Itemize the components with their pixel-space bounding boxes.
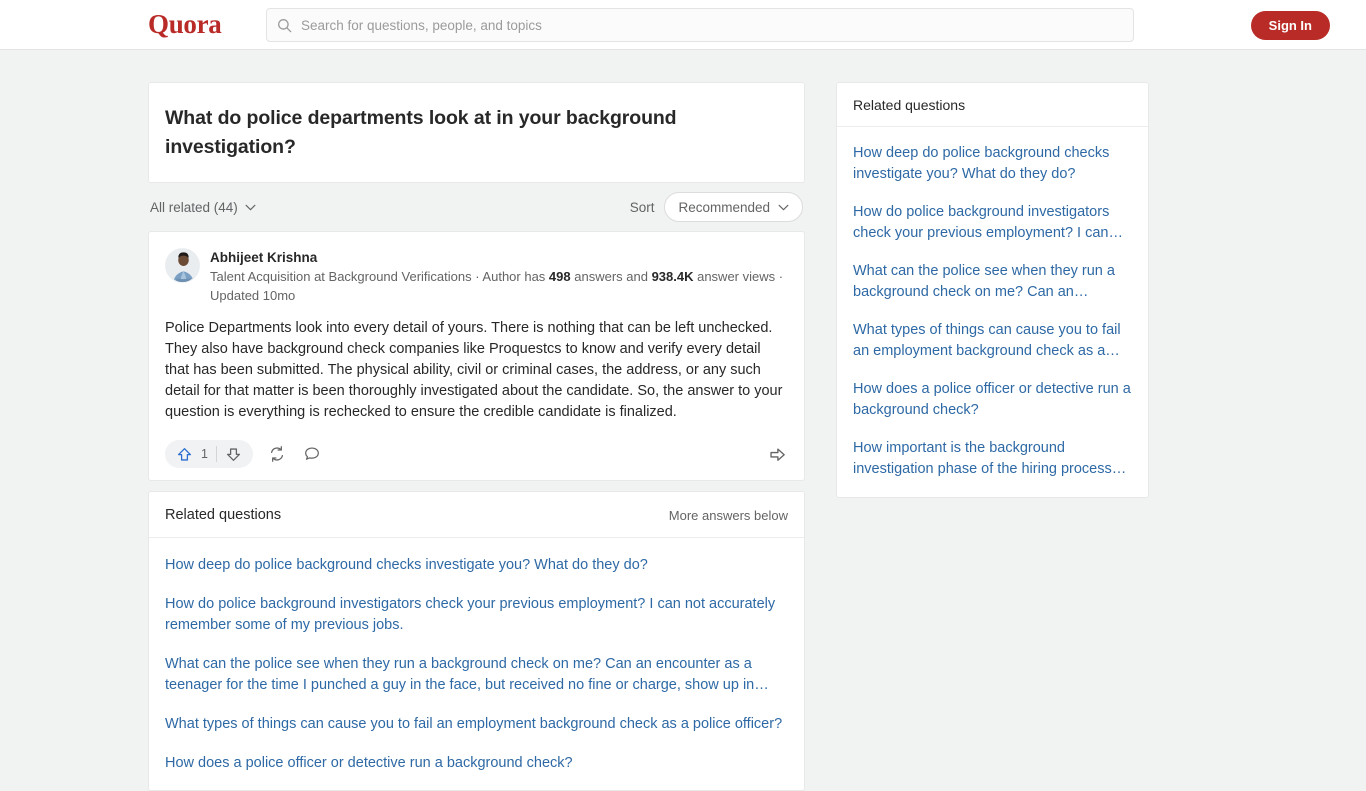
related-questions-list: How deep do police background checks inv… — [149, 538, 804, 790]
downvote-arrow-icon — [226, 447, 241, 461]
related-questions-card: Related questions More answers below How… — [148, 491, 805, 791]
page-title: What do police departments look at in yo… — [165, 107, 677, 158]
author-row: Abhijeet Krishna Talent Acquisition at B… — [165, 248, 788, 305]
sidebar-item-1[interactable]: How do police background investigators c… — [853, 190, 1132, 249]
all-related-label: All related (44) — [150, 199, 238, 215]
filter-bar: All related (44) Sort Recommended — [148, 183, 805, 231]
sort-value: Recommended — [678, 199, 770, 215]
search-icon — [278, 18, 292, 32]
author-meta: Abhijeet Krishna Talent Acquisition at B… — [210, 248, 788, 305]
upvote-count: 1 — [201, 447, 208, 461]
answer-card: Abhijeet Krishna Talent Acquisition at B… — [148, 231, 805, 481]
list-item[interactable]: What can the police see when they run a … — [165, 642, 788, 702]
credential-middle: answers and — [570, 269, 652, 284]
sidebar-item-2[interactable]: What can the police see when they run a … — [853, 249, 1132, 308]
site-header: Quora Sign In — [0, 0, 1366, 50]
answer-body: Police Departments look into every detai… — [165, 320, 783, 420]
upvote-arrow-icon — [177, 447, 192, 461]
list-item[interactable]: How deep do police background checks inv… — [165, 543, 788, 582]
all-related-filter[interactable]: All related (44) — [150, 200, 256, 215]
sidebar-related-card: Related questions How deep do police bac… — [836, 82, 1149, 498]
sort-dropdown[interactable]: Recommended — [664, 192, 803, 222]
sidebar-item-5[interactable]: How important is the background investig… — [853, 426, 1132, 485]
sidebar-item-4[interactable]: How does a police officer or detective r… — [853, 367, 1132, 426]
list-item[interactable]: How does a police officer or detective r… — [165, 741, 788, 780]
list-item[interactable]: How do police background investigators c… — [165, 582, 788, 642]
answers-count: 498 — [548, 269, 571, 284]
related-questions-header: Related questions More answers below — [149, 492, 804, 538]
comment-button[interactable] — [301, 443, 323, 465]
search-input[interactable] — [301, 17, 1123, 33]
chevron-down-icon — [778, 204, 789, 210]
question-card: What do police departments look at in yo… — [148, 82, 805, 183]
sidebar-item-0[interactable]: How deep do police background checks inv… — [853, 131, 1132, 190]
downvote-button[interactable] — [217, 440, 250, 468]
quora-logo[interactable]: Quora — [148, 9, 222, 40]
related-questions-title: Related questions — [165, 507, 282, 523]
search-bar[interactable] — [266, 8, 1134, 42]
views-count: 938.4K — [651, 269, 694, 284]
repost-button[interactable] — [266, 443, 288, 465]
sort-control: Sort Recommended — [630, 192, 803, 222]
share-button[interactable] — [766, 443, 788, 465]
action-icons-left: 1 — [165, 440, 323, 468]
answer-action-bar: 1 — [165, 438, 788, 470]
more-answers-below-link[interactable]: More answers below — [669, 508, 788, 523]
sidebar-item-3[interactable]: What types of things can cause you to fa… — [853, 308, 1132, 367]
sidebar-list: How deep do police background checks inv… — [837, 127, 1148, 497]
avatar[interactable] — [165, 248, 200, 283]
chevron-down-icon — [245, 204, 256, 210]
avatar-photo — [166, 249, 199, 282]
list-item[interactable]: What types of things can cause you to fa… — [165, 702, 788, 741]
comment-icon — [305, 447, 319, 460]
share-icon — [769, 448, 785, 461]
sort-label: Sort — [629, 199, 655, 215]
vote-pill: 1 — [165, 440, 253, 468]
sign-in-button[interactable]: Sign In — [1250, 11, 1330, 40]
credential-prefix: Talent Acquisition at Background Verific… — [210, 269, 549, 284]
repost-icon — [270, 446, 283, 462]
author-credentials: Talent Acquisition at Background Verific… — [210, 268, 788, 305]
sidebar-title: Related questions — [837, 83, 1148, 127]
main-column: What do police departments look at in yo… — [148, 82, 805, 791]
upvote-button[interactable] — [168, 440, 201, 468]
author-name[interactable]: Abhijeet Krishna — [210, 249, 788, 266]
sidebar: Related questions How deep do police bac… — [836, 82, 1149, 498]
